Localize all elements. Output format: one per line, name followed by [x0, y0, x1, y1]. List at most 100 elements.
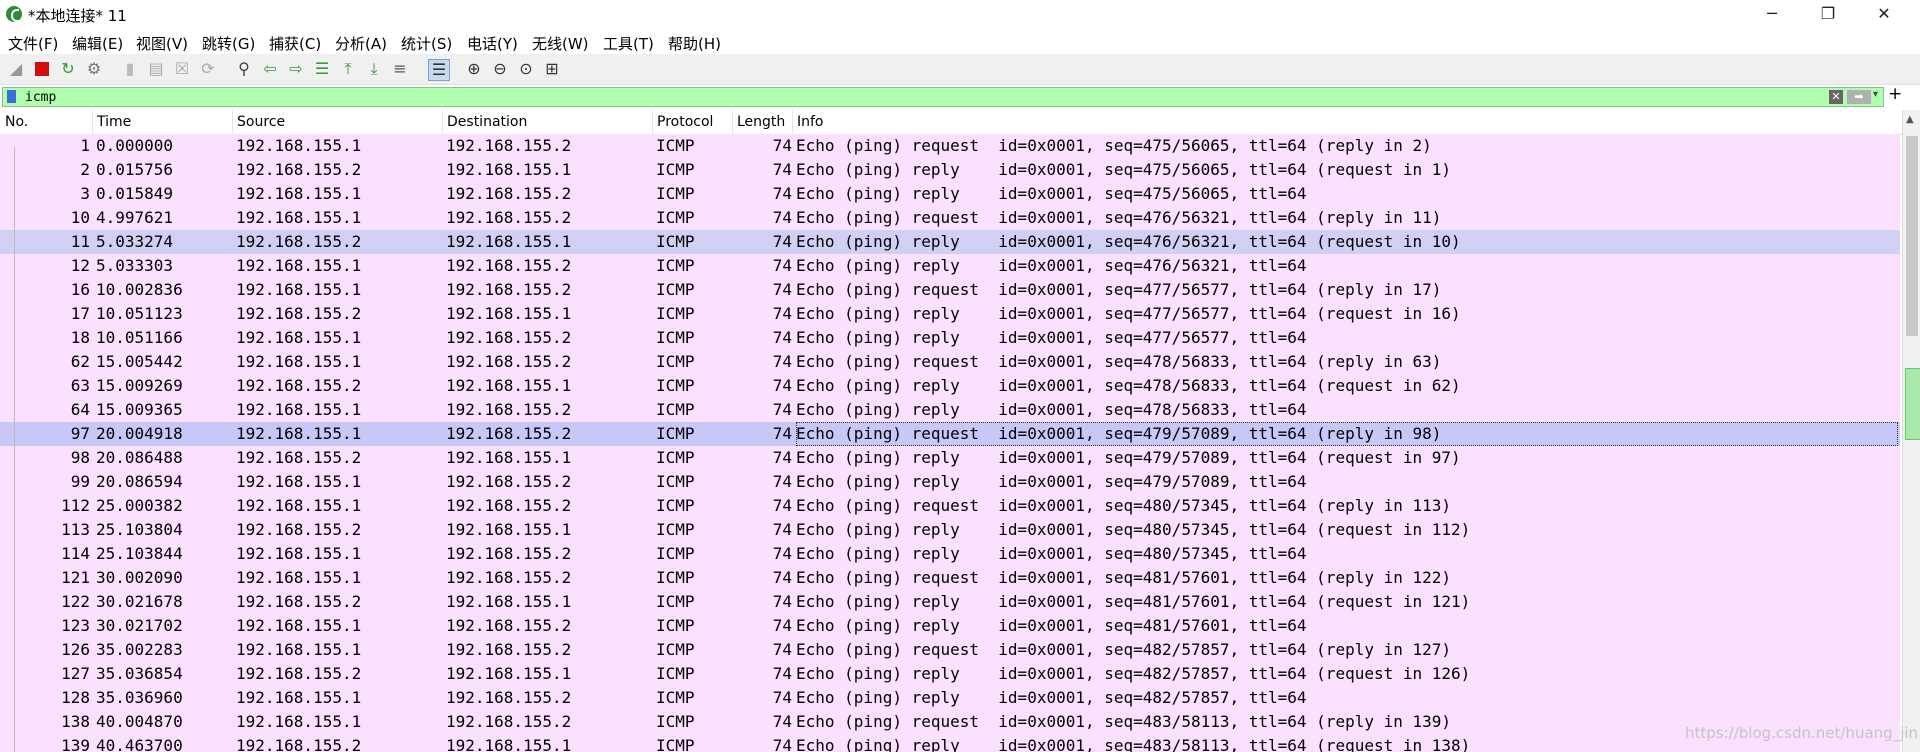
packet-time: 0.000000: [96, 136, 174, 155]
packet-destination: 192.168.155.2: [446, 688, 572, 707]
column-separator[interactable]: [232, 110, 233, 134]
packet-row[interactable]: 138 40.004870 192.168.155.1 192.168.155.2 IC…: [0, 710, 1900, 734]
column-separator[interactable]: [792, 110, 793, 134]
restore-button[interactable]: ❐: [1800, 0, 1856, 30]
menu-help[interactable]: 帮助(H): [668, 33, 721, 54]
packet-row[interactable]: 16 10.002836 192.168.155.1 192.168.155.2 ICM…: [0, 278, 1900, 302]
column-header-destination[interactable]: Destination: [447, 114, 527, 130]
zoom-normal-icon[interactable]: ⊙: [516, 59, 536, 79]
bookmark-icon[interactable]: [7, 90, 16, 103]
go-forward-icon[interactable]: ⇨: [286, 59, 306, 79]
menu-statistics[interactable]: 统计(S): [401, 33, 452, 54]
close-file-icon[interactable]: ☒: [172, 59, 192, 79]
packet-row[interactable]: 122 30.021678 192.168.155.2 192.168.155.1 IC…: [0, 590, 1900, 614]
packet-row[interactable]: 121 30.002090 192.168.155.1 192.168.155.2 IC…: [0, 566, 1900, 590]
packet-info: Echo (ping) request id=0x0001, seq=477/5…: [796, 280, 1442, 299]
packet-row[interactable]: 139 40.463700 192.168.155.2 192.168.155.1 IC…: [0, 734, 1900, 752]
menu-analyze[interactable]: 分析(A): [335, 33, 387, 54]
packet-row[interactable]: 128 35.036960 192.168.155.1 192.168.155.2 IC…: [0, 686, 1900, 710]
find-packet-icon[interactable]: ⚲: [234, 59, 254, 79]
reload-file-icon[interactable]: ⟳: [198, 59, 218, 79]
packet-row[interactable]: 97 20.004918 192.168.155.1 192.168.155.2 ICM…: [0, 422, 1900, 446]
column-header-info[interactable]: Info: [797, 114, 824, 130]
filter-history-dropdown-icon[interactable]: ▾: [1873, 89, 1878, 100]
packet-destination: 192.168.155.2: [446, 616, 572, 635]
packet-row[interactable]: 17 10.051123 192.168.155.2 192.168.155.1 ICM…: [0, 302, 1900, 326]
packet-info: Echo (ping) request id=0x0001, seq=475/5…: [796, 136, 1432, 155]
packet-length: 74: [772, 256, 792, 275]
add-filter-button-icon[interactable]: +: [1888, 84, 1902, 104]
packet-row[interactable]: 62 15.005442 192.168.155.1 192.168.155.2 ICM…: [0, 350, 1900, 374]
column-header-time[interactable]: Time: [97, 114, 131, 130]
column-header-no[interactable]: No.: [5, 114, 28, 130]
open-file-icon[interactable]: ▮: [120, 59, 140, 79]
packet-row[interactable]: 10 4.997621 192.168.155.1 192.168.155.2 ICMP…: [0, 206, 1900, 230]
packet-time: 10.051123: [96, 304, 183, 323]
autoscroll-icon[interactable]: ≡: [390, 59, 410, 79]
first-packet-icon[interactable]: ⤒: [338, 59, 358, 79]
last-packet-icon[interactable]: ⤓: [364, 59, 384, 79]
restart-capture-icon[interactable]: ↻: [58, 59, 78, 79]
packet-row[interactable]: 11 5.033274 192.168.155.2 192.168.155.1 ICMP…: [0, 230, 1900, 254]
menu-tools[interactable]: 工具(T): [603, 33, 654, 54]
packet-row[interactable]: 113 25.103804 192.168.155.2 192.168.155.1 IC…: [0, 518, 1900, 542]
zoom-in-icon[interactable]: ⊕: [464, 59, 484, 79]
resize-columns-icon[interactable]: ⊞: [542, 59, 562, 79]
packet-row[interactable]: 64 15.009365 192.168.155.1 192.168.155.2 ICM…: [0, 398, 1900, 422]
column-header-source[interactable]: Source: [237, 114, 285, 130]
column-separator[interactable]: [652, 110, 653, 134]
menu-wireless[interactable]: 无线(W): [532, 33, 589, 54]
packet-protocol: ICMP: [656, 136, 695, 155]
scroll-up-icon[interactable]: ▲: [1906, 114, 1914, 125]
minimize-button[interactable]: ─: [1744, 0, 1800, 30]
menu-view[interactable]: 视图(V): [136, 33, 188, 54]
column-separator[interactable]: [732, 110, 733, 134]
packet-protocol: ICMP: [656, 544, 695, 563]
menu-edit[interactable]: 编辑(E): [72, 33, 123, 54]
packet-destination: 192.168.155.2: [446, 328, 572, 347]
packet-time: 20.086488: [96, 448, 183, 467]
packet-row[interactable]: 63 15.009269 192.168.155.2 192.168.155.1 ICM…: [0, 374, 1900, 398]
packet-no: 112: [61, 496, 90, 515]
menu-capture[interactable]: 捕获(C): [269, 33, 321, 54]
stop-capture-icon[interactable]: [32, 59, 52, 79]
packet-info: Echo (ping) request id=0x0001, seq=482/5…: [796, 640, 1452, 659]
packet-row[interactable]: 98 20.086488 192.168.155.2 192.168.155.1 ICM…: [0, 446, 1900, 470]
menu-go[interactable]: 跳转(G): [202, 33, 255, 54]
packet-row[interactable]: 123 30.021702 192.168.155.1 192.168.155.2 IC…: [0, 614, 1900, 638]
packet-protocol: ICMP: [656, 208, 695, 227]
packet-row[interactable]: 112 25.000382 192.168.155.1 192.168.155.2 IC…: [0, 494, 1900, 518]
packet-source: 192.168.155.1: [236, 640, 362, 659]
apply-filter-icon[interactable]: ➡: [1847, 90, 1871, 104]
packet-row[interactable]: 1 0.000000 192.168.155.1 192.168.155.2 ICMP 7…: [0, 134, 1900, 158]
zoom-out-icon[interactable]: ⊖: [490, 59, 510, 79]
menu-telephony[interactable]: 电话(Y): [467, 33, 518, 54]
vertical-scrollbar[interactable]: ▲: [1902, 110, 1920, 752]
packet-source: 192.168.155.1: [236, 616, 362, 635]
column-header-protocol[interactable]: Protocol: [657, 114, 713, 130]
packet-info: Echo (ping) reply id=0x0001, seq=476/563…: [796, 232, 1461, 251]
capture-options-icon[interactable]: ⚙: [84, 59, 104, 79]
packet-row[interactable]: 3 0.015849 192.168.155.1 192.168.155.2 ICMP 7…: [0, 182, 1900, 206]
column-separator[interactable]: [92, 110, 93, 134]
packet-row[interactable]: 12 5.033303 192.168.155.1 192.168.155.2 ICMP…: [0, 254, 1900, 278]
packet-source: 192.168.155.2: [236, 664, 362, 683]
colorize-icon[interactable]: ☰: [428, 59, 450, 81]
go-to-packet-icon[interactable]: ☰: [312, 59, 332, 79]
packet-row[interactable]: 127 35.036854 192.168.155.2 192.168.155.1 IC…: [0, 662, 1900, 686]
column-header-length[interactable]: Length: [737, 114, 785, 130]
save-file-icon[interactable]: ▤: [146, 59, 166, 79]
display-filter-input[interactable]: [25, 88, 1825, 106]
shark-fin-start-icon[interactable]: ◢: [6, 59, 26, 79]
packet-row[interactable]: 114 25.103844 192.168.155.1 192.168.155.2 IC…: [0, 542, 1900, 566]
close-button[interactable]: ✕: [1856, 0, 1912, 30]
packet-row[interactable]: 126 35.002283 192.168.155.1 192.168.155.2 IC…: [0, 638, 1900, 662]
clear-filter-icon[interactable]: ✕: [1829, 90, 1843, 104]
go-back-icon[interactable]: ⇦: [260, 59, 280, 79]
packet-row[interactable]: 99 20.086594 192.168.155.1 192.168.155.2 ICM…: [0, 470, 1900, 494]
menu-file[interactable]: 文件(F): [8, 33, 58, 54]
packet-row[interactable]: 2 0.015756 192.168.155.2 192.168.155.1 ICMP 7…: [0, 158, 1900, 182]
scrollbar-thumb[interactable]: [1906, 136, 1918, 336]
packet-row[interactable]: 18 10.051166 192.168.155.1 192.168.155.2 ICM…: [0, 326, 1900, 350]
column-separator[interactable]: [442, 110, 443, 134]
